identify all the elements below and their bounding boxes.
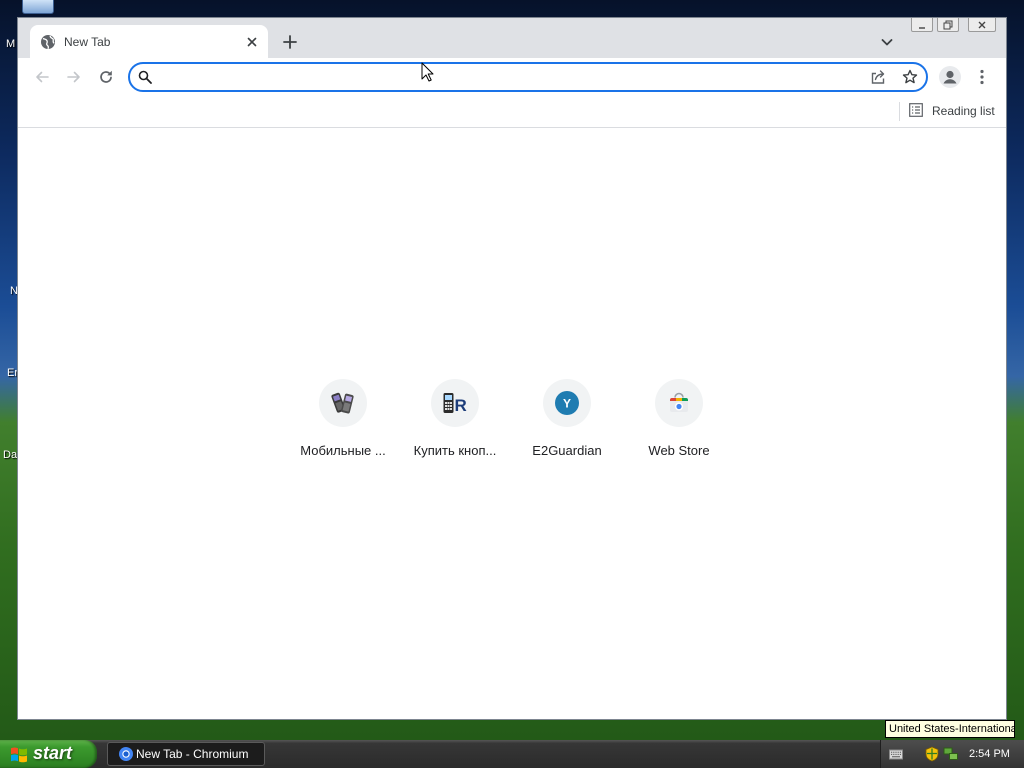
shortcut-tile[interactable]: Web Store — [623, 379, 735, 479]
shortcuts-grid: Мобильные ... R Купить кноп... Y E2Guard… — [287, 379, 735, 479]
desktop: M N Er Da New Tab Reading list Мобильные… — [0, 0, 1024, 768]
search-icon — [138, 70, 152, 84]
shortcut-icon-circle: R — [431, 379, 479, 427]
bookmarks-separator — [899, 102, 900, 121]
shortcut-title: E2Guardian — [532, 443, 602, 458]
reading-list-label: Reading list — [932, 104, 995, 118]
tab-new-tab[interactable]: New Tab — [30, 25, 268, 58]
reading-list-button[interactable]: Reading list — [906, 100, 1002, 122]
language-tooltip: United States-International — [885, 720, 1015, 738]
shortcut-title: Мобильные ... — [300, 443, 386, 458]
browser-toolbar — [18, 58, 1006, 96]
restore-icon — [943, 20, 953, 30]
address-input[interactable] — [160, 67, 850, 87]
shortcut-icon-circle — [319, 379, 367, 427]
browser-window: New Tab Reading list Мобильные ... R Куп… — [17, 17, 1007, 720]
shortcut-title: Купить кноп... — [413, 443, 497, 458]
reload-icon[interactable] — [98, 69, 114, 85]
mouse-pointer-icon — [421, 62, 434, 82]
restore-button[interactable] — [937, 18, 959, 32]
taskbar: start New Tab - Chromium 2:54 PM — [0, 740, 1024, 768]
desktop-icon-label[interactable]: Da — [3, 449, 17, 462]
new-tab-page: Мобильные ... R Купить кноп... Y E2Guard… — [18, 128, 1006, 719]
close-tab-icon[interactable] — [244, 34, 260, 50]
web-store-icon — [670, 392, 688, 412]
shortcut-title: Web Store — [648, 443, 710, 458]
shortcut-tile[interactable]: Мобильные ... — [287, 379, 399, 479]
chevron-down-icon[interactable] — [879, 34, 895, 50]
mobile-phones-icon — [331, 392, 354, 414]
share-icon[interactable] — [870, 69, 886, 85]
start-button[interactable]: start — [0, 740, 97, 768]
tab-title: New Tab — [64, 35, 111, 49]
keypad-phone-logo-icon: R — [443, 393, 467, 415]
reading-list-icon — [909, 103, 923, 117]
start-label: start — [33, 743, 73, 763]
shortcut-icon-circle: Y — [543, 379, 591, 427]
bookmarks-bar: Reading list — [18, 96, 1006, 128]
network-icon[interactable] — [943, 747, 959, 761]
logo-letter: Y — [563, 397, 571, 411]
new-tab-plus-icon[interactable] — [281, 33, 299, 51]
letter-y-icon: Y — [555, 391, 579, 415]
tab-strip: New Tab — [18, 18, 1006, 58]
more-menu-icon[interactable] — [979, 69, 985, 85]
close-window-button[interactable] — [968, 18, 996, 32]
taskbar-item-label: New Tab - Chromium — [136, 747, 249, 761]
address-bar[interactable] — [128, 62, 928, 92]
security-shield-icon[interactable] — [925, 746, 939, 762]
globe-icon — [41, 35, 55, 50]
desktop-icon-label[interactable]: M — [6, 38, 15, 51]
chromium-icon — [119, 747, 133, 761]
shortcut-tile[interactable]: R Купить кноп... — [399, 379, 511, 479]
system-tray: 2:54 PM — [880, 740, 1024, 768]
forward-arrow-icon[interactable] — [66, 69, 82, 85]
clock[interactable]: 2:54 PM — [969, 747, 1010, 761]
keyboard-icon[interactable] — [889, 748, 903, 760]
profile-avatar-icon[interactable] — [939, 66, 961, 88]
minimize-button[interactable] — [911, 18, 933, 32]
close-icon — [978, 21, 986, 29]
desktop-icon[interactable] — [22, 0, 54, 14]
shortcut-tile[interactable]: Y E2Guardian — [511, 379, 623, 479]
shortcut-icon-circle — [655, 379, 703, 427]
minimize-icon — [919, 27, 925, 29]
windows-logo-icon — [11, 747, 27, 763]
bookmark-star-icon[interactable] — [902, 69, 918, 85]
back-arrow-icon[interactable] — [34, 69, 50, 85]
taskbar-item-chromium[interactable]: New Tab - Chromium — [107, 742, 265, 766]
logo-letter: R — [455, 396, 467, 415]
